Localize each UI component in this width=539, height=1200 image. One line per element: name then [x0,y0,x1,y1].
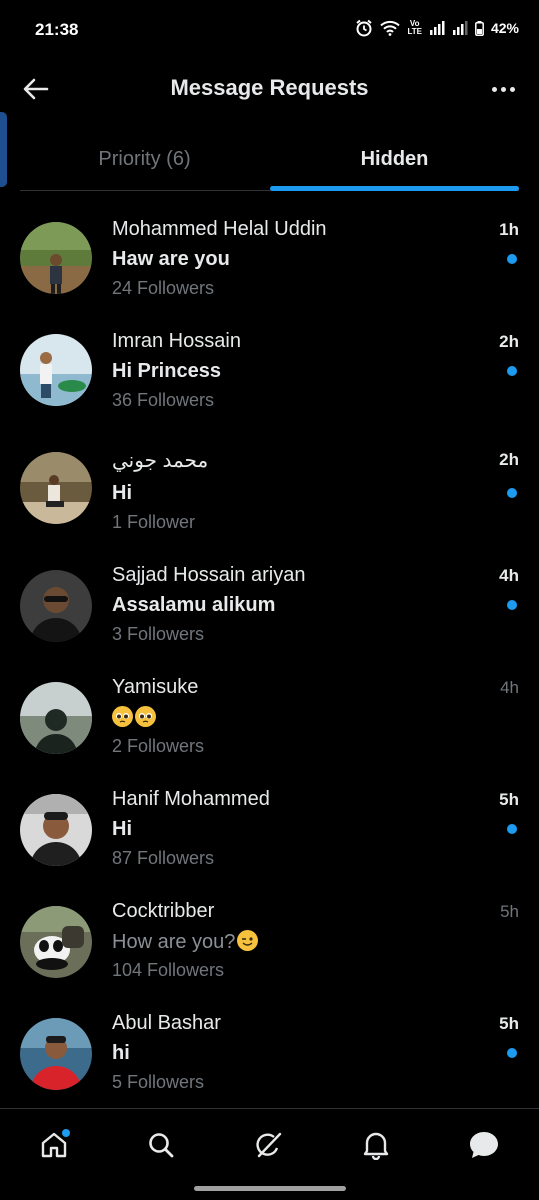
message-preview: Haw are you [112,248,230,270]
nav-grok[interactable] [249,1125,289,1165]
follower-count: 87 Followers [112,848,215,868]
status-time: 21:38 [35,20,79,39]
sender-name: Abul Bashar [112,1012,221,1034]
notification-dot [62,1129,70,1137]
volte-icon: Vo LTE [407,20,422,36]
follower-count: 1 Follower [112,512,196,532]
signal-2-icon [452,21,468,35]
messages-icon [470,1132,498,1158]
signal-icon [429,21,445,35]
sender-name: Cocktribber [112,900,215,922]
search-icon [149,1133,174,1158]
follower-count: 5 Followers [112,1072,205,1092]
message-text: How are you? [112,931,236,953]
follower-count: 36 Followers [112,390,215,410]
avatar[interactable] [20,682,92,754]
sender-name: Sajjad Hossain ariyan [112,564,306,586]
conversation-row[interactable]: Sajjad Hossain ariyan Assalamu alikum 3 … [0,548,539,660]
edge-panel-handle[interactable] [0,112,7,187]
message-preview: How are you? [112,930,260,954]
more-button[interactable] [485,74,521,104]
timestamp: 5h [500,902,519,921]
battery-percentage: 42% [490,20,519,36]
grok-icon [256,1132,282,1158]
unread-dot [507,366,517,376]
sender-name: Mohammed Helal Uddin [112,218,327,240]
sender-name: Imran Hossain [112,330,241,352]
header: Message Requests [0,60,539,118]
battery-icon [475,20,484,36]
alarm-icon [355,19,373,37]
avatar[interactable] [20,334,92,406]
sender-name: Yamisuke [112,676,199,698]
tab-priority[interactable]: Priority (6) [20,130,269,190]
timestamp: 1h [499,220,519,239]
timestamp: 2h [499,332,519,351]
unread-dot [507,254,517,264]
status-icons: Vo LTE 42% [355,19,519,37]
follower-count: 3 Followers [112,624,205,644]
message-preview: Assalamu alikum [112,594,276,616]
avatar[interactable] [20,906,92,978]
unread-dot [507,824,517,834]
message-preview: Hi [112,482,132,504]
nav-messages[interactable] [464,1125,504,1165]
unread-dot [507,488,517,498]
conversation-row[interactable]: Mohammed Helal Uddin Haw are you 24 Foll… [0,200,539,312]
avatar[interactable] [20,1018,92,1090]
sender-name: Hanif Mohammed [112,788,270,810]
avatar[interactable] [20,570,92,642]
conversation-row[interactable]: Hanif Mohammed Hi 87 Followers 5h [0,772,539,884]
pleading-face-emoji [135,706,156,727]
message-preview: Hi Princess [112,360,221,382]
tab-hidden[interactable]: Hidden [270,130,519,190]
follower-count: 24 Followers [112,278,215,298]
active-tab-indicator [270,186,519,191]
conversation-row[interactable]: Imran Hossain Hi Princess 36 Followers 2… [0,312,539,424]
volte-line-2: LTE [407,27,422,36]
timestamp: 5h [499,790,519,809]
message-preview: Hi [112,818,132,840]
timestamp: 5h [499,1014,519,1033]
message-preview: hi [112,1042,130,1064]
gesture-bar[interactable] [194,1186,346,1191]
conversation-row[interactable]: Abul Bashar hi 5 Followers 5h [0,996,539,1108]
avatar[interactable] [20,452,92,524]
unread-dot [507,1048,517,1058]
avatar[interactable] [20,794,92,866]
avatar[interactable] [20,222,92,294]
tab-bar: Priority (6) Hidden [20,130,519,191]
follower-count: 104 Followers [112,960,225,980]
more-horizontal-icon [491,86,515,92]
message-preview: 🥺🥺 [112,706,158,730]
bell-icon [363,1132,389,1160]
timestamp: 2h [499,450,519,469]
pleading-face-emoji [112,706,133,727]
timestamp: 4h [500,678,519,697]
page-title: Message Requests [170,75,369,100]
conversation-row[interactable]: محمد جوني Hi 1 Follower 2h [0,430,539,542]
conversation-row[interactable]: Cocktribber How are you? 104 Followers 5… [0,884,539,996]
nav-home[interactable] [34,1125,74,1165]
sender-name: محمد جوني [112,450,209,472]
wifi-icon [380,20,401,36]
follower-count: 2 Followers [112,736,205,756]
nav-notifications[interactable] [356,1125,396,1165]
nav-search[interactable] [141,1125,181,1165]
status-bar: 21:38 Vo LTE 42% [0,0,539,60]
winking-face-emoji [237,930,259,951]
timestamp: 4h [499,566,519,585]
conversation-row[interactable]: Yamisuke 🥺🥺 2 Followers 4h [0,660,539,772]
unread-dot [507,600,517,610]
